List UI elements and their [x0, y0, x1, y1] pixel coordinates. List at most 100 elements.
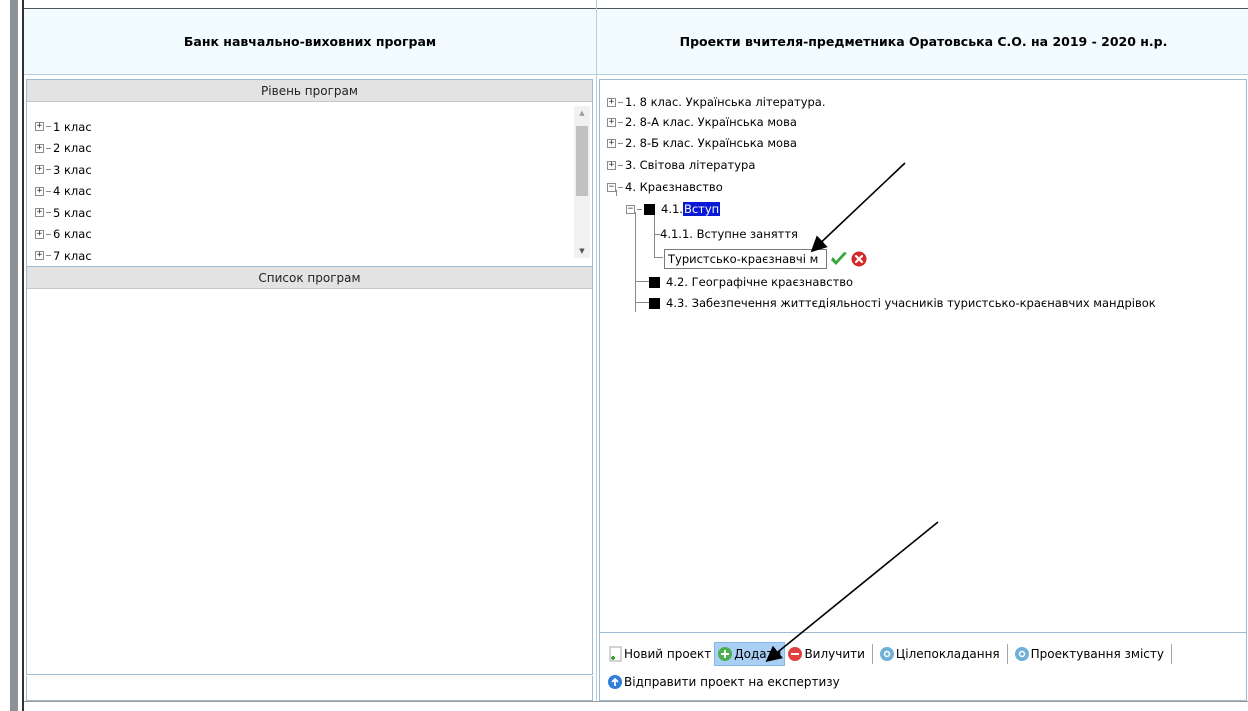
project-item-2[interactable]: + 2. 8-А клас. Українська мова [607, 113, 797, 131]
level-item-label[interactable]: 1 клас [53, 120, 92, 134]
project-item-label[interactable]: 4.2. Географічне краєзнавство [666, 275, 853, 289]
goals-button[interactable]: Цілепокладання [877, 642, 1003, 666]
project-item-label[interactable]: 1. 8 клас. Українська література. [625, 95, 826, 109]
scroll-thumb[interactable] [576, 126, 588, 196]
content-design-label: Проектування змісту [1030, 647, 1164, 661]
tree-connector [618, 164, 623, 166]
left-header: Банк навчально-виховних програм [24, 9, 596, 75]
bottom-divider [24, 701, 1248, 702]
project-item-5[interactable]: − 4. Краєзнавство [607, 178, 723, 196]
collapse-icon[interactable]: − [626, 204, 635, 214]
expand-icon[interactable]: + [35, 165, 44, 175]
project-item-label[interactable]: 4. Краєзнавство [625, 180, 723, 194]
expand-icon[interactable]: + [35, 208, 44, 218]
expand-icon[interactable]: + [607, 97, 616, 107]
remove-button[interactable]: Вилучити [785, 642, 867, 666]
level-item-label[interactable]: 4 клас [53, 184, 92, 198]
level-item-label[interactable]: 5 клас [53, 206, 92, 220]
goals-gear-icon [879, 647, 894, 661]
add-plus-icon [718, 647, 733, 661]
project-item-label[interactable]: 3. Світова література [625, 158, 755, 172]
project-item-label[interactable]: 4.1.1. Вступне заняття [660, 227, 798, 241]
project-toolbar: Новий проект Додати Вилучити Цілепоклада… [600, 632, 1246, 700]
scroll-down-arrow-icon[interactable]: ▼ [574, 244, 590, 258]
expand-icon[interactable]: + [35, 186, 44, 196]
node-square-icon [649, 297, 660, 309]
right-header-title: Проекти вчителя-предметника Оратовська С… [679, 34, 1168, 49]
level-scrollbar[interactable]: ▲ ▼ [574, 106, 590, 258]
right-header: Проекти вчителя-предметника Оратовська С… [597, 9, 1248, 75]
new-project-label: Новий проект [624, 647, 712, 661]
toolbar-separator [871, 644, 873, 664]
toolbar-row-1: Новий проект Додати Вилучити Цілепоклада… [605, 641, 1176, 667]
left-header-title: Банк навчально-виховних програм [183, 34, 437, 49]
column-divider [596, 0, 597, 701]
upload-arrow-icon [608, 675, 622, 689]
add-label: Додати [734, 647, 782, 661]
project-item-4[interactable]: + 3. Світова література [607, 156, 755, 174]
level-tree-box: +1 клас +2 клас +3 клас +4 клас +5 клас … [27, 102, 592, 267]
tree-connector [618, 101, 623, 103]
add-button[interactable]: Додати [714, 642, 786, 666]
expand-icon[interactable]: + [607, 160, 616, 170]
cancel-x-icon[interactable] [851, 251, 867, 267]
tree-connector [46, 126, 51, 128]
new-document-icon [609, 646, 622, 662]
project-item-label[interactable]: 2. 8-Б клас. Українська мова [625, 136, 797, 150]
toolbar-row-2: Відправити проект на експертизу [605, 670, 843, 694]
remove-label: Вилучити [804, 647, 865, 661]
confirm-check-icon[interactable] [830, 251, 848, 267]
selected-node-label[interactable]: Вступ [682, 202, 721, 216]
tree-connector [46, 190, 51, 192]
expand-icon[interactable]: + [35, 229, 44, 239]
project-item-4-2[interactable]: 4.2. Географічне краєзнавство [649, 273, 853, 291]
node-square-icon [644, 203, 655, 215]
level-item-2[interactable]: +2 клас [35, 138, 92, 160]
project-item-label[interactable]: 2. 8-А клас. Українська мова [625, 115, 797, 129]
new-project-button[interactable]: Новий проект [605, 642, 714, 666]
level-item-5[interactable]: +5 клас [35, 202, 92, 224]
project-item-label[interactable]: 4.1. [661, 202, 683, 216]
content-design-button[interactable]: Проектування змісту [1012, 642, 1167, 666]
tree-connector [637, 208, 642, 210]
expand-icon[interactable]: + [35, 143, 44, 153]
left-footer [26, 676, 593, 701]
tree-line [654, 212, 655, 258]
level-item-label[interactable]: 7 клас [53, 249, 92, 263]
remove-minus-icon [788, 647, 803, 661]
project-item-label[interactable]: 4.3. Забезпечення життєдіяльності учасни… [666, 296, 1156, 310]
project-item-1[interactable]: + 1. 8 клас. Українська література. [607, 93, 826, 111]
level-item-label[interactable]: 3 клас [53, 163, 92, 177]
project-item-4-1-1[interactable]: 4.1.1. Вступне заняття [660, 225, 798, 243]
expand-icon[interactable]: + [607, 138, 616, 148]
content-gear-icon [1014, 647, 1029, 661]
level-item-3[interactable]: +3 клас [35, 159, 92, 181]
level-item-1[interactable]: +1 клас [35, 116, 92, 138]
expand-icon[interactable]: + [607, 117, 616, 127]
tree-connector [618, 186, 623, 188]
project-item-3[interactable]: + 2. 8-Б клас. Українська мова [607, 134, 797, 152]
expand-icon[interactable]: + [35, 122, 44, 132]
level-item-6[interactable]: +6 клас [35, 224, 92, 246]
tree-line [635, 302, 649, 303]
window-left-edge [0, 0, 21, 711]
node-name-input[interactable]: Туристсько-краєзнавчі м [664, 249, 827, 269]
teacher-projects-panel: + 1. 8 клас. Українська література. + 2.… [599, 79, 1247, 701]
tree-connector [618, 142, 623, 144]
send-expertise-button[interactable]: Відправити проект на експертизу [605, 670, 843, 694]
level-item-label[interactable]: 2 клас [53, 141, 92, 155]
project-item-4-3[interactable]: 4.3. Забезпечення життєдіяльності учасни… [649, 294, 1156, 312]
level-item-7[interactable]: +7 клас [35, 245, 92, 266]
level-item-4[interactable]: +4 клас [35, 181, 92, 203]
program-bank-panel: Рівень програм +1 клас +2 клас +3 клас +… [26, 79, 593, 675]
project-item-4-1[interactable]: − 4.1. Вступ [626, 200, 721, 218]
level-item-label[interactable]: 6 клас [53, 227, 92, 241]
tree-connector [46, 212, 51, 214]
collapse-icon[interactable]: − [607, 182, 616, 192]
expand-icon[interactable]: + [35, 251, 44, 261]
scroll-up-arrow-icon[interactable]: ▲ [574, 106, 590, 120]
level-tree: +1 клас +2 клас +3 клас +4 клас +5 клас … [35, 116, 92, 266]
tree-connector [46, 147, 51, 149]
new-node-editor: Туристсько-краєзнавчі м [664, 248, 867, 270]
tree-connector [618, 121, 623, 123]
